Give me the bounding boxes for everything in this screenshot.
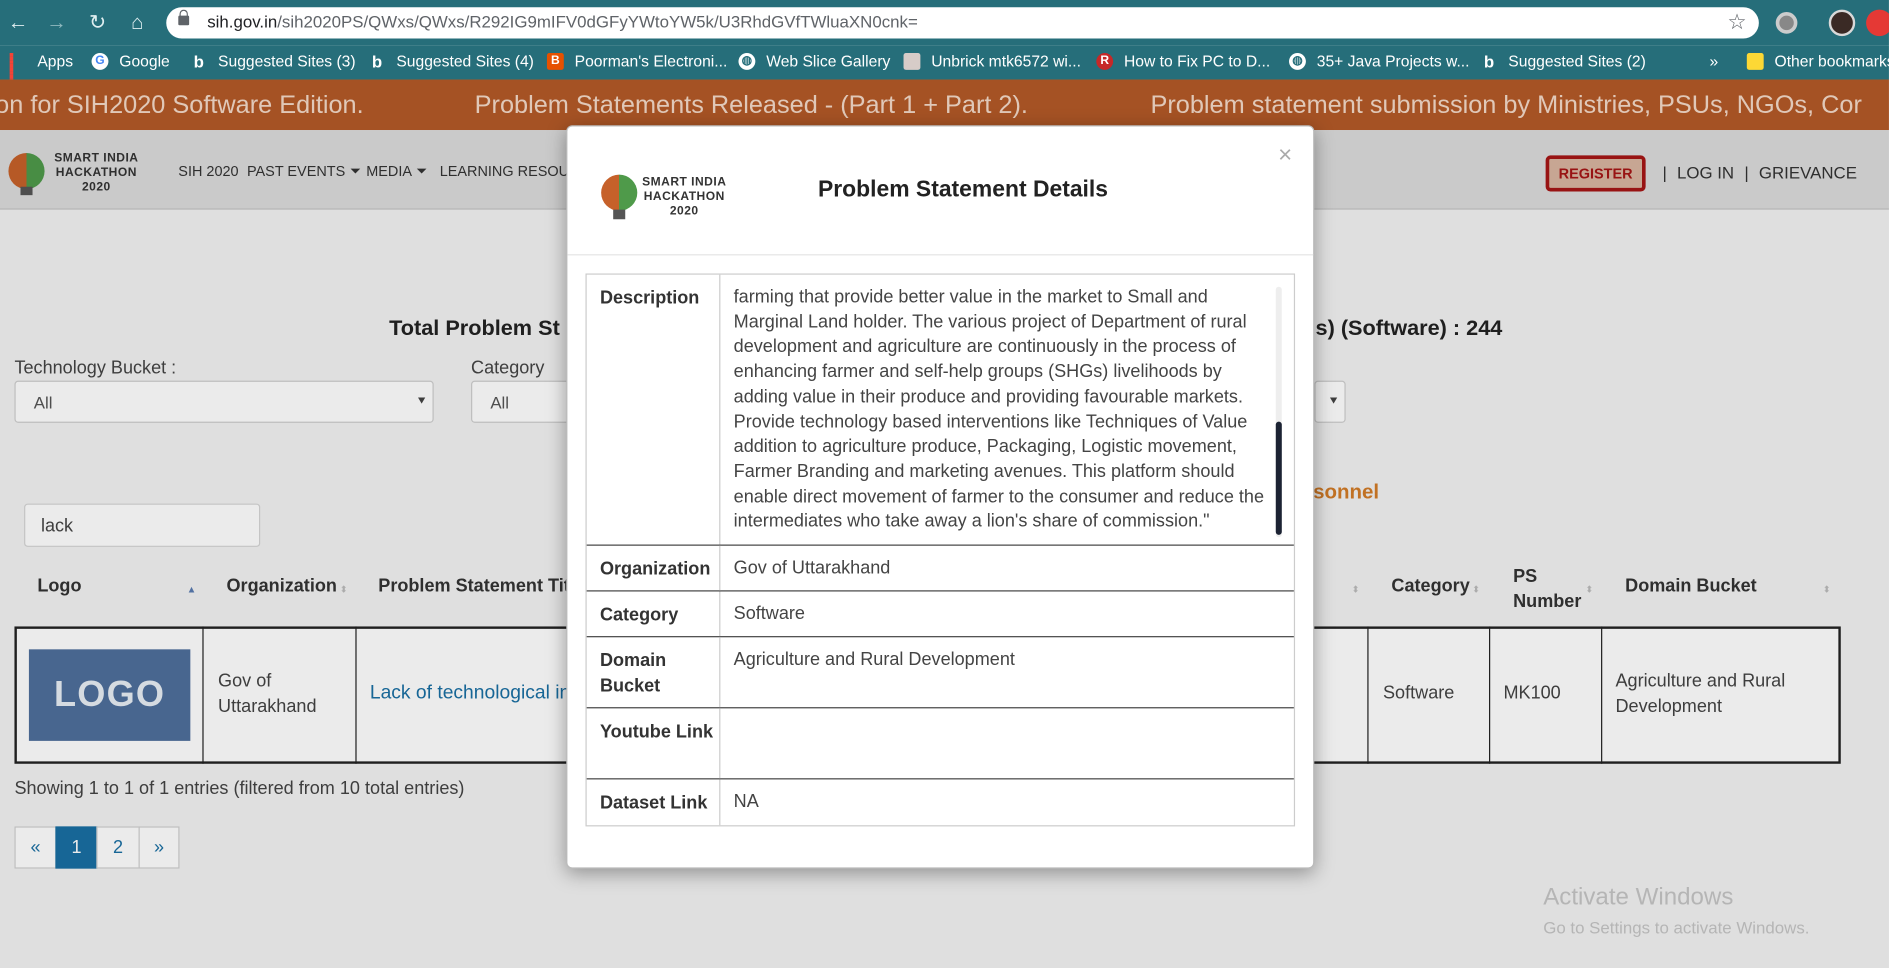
globe-icon: ◍ xyxy=(738,52,756,70)
home-icon[interactable]: ⌂ xyxy=(124,11,151,35)
detail-row-youtube-link: Youtube Link xyxy=(586,708,1294,780)
detail-row-domain-bucket: Domain Bucket Agriculture and Rural Deve… xyxy=(586,637,1294,709)
detail-key: Organization xyxy=(587,545,721,591)
address-bar[interactable]: sih.gov.in/sih2020PS/QWxs/QWxs/R292IG9mI… xyxy=(166,7,1759,39)
url-text: sih.gov.in/sih2020PS/QWxs/QWxs/R292IG9mI… xyxy=(207,12,918,32)
windows-watermark-subtitle: Go to Settings to activate Windows. xyxy=(1543,917,1810,938)
modal-title: Problem Statement Details xyxy=(817,177,1109,203)
detail-key: Youtube Link xyxy=(587,708,721,779)
detail-key: Domain Bucket xyxy=(587,637,721,708)
bookmark-java-projects[interactable]: ◍ 35+ Java Projects w... xyxy=(1289,52,1470,70)
detail-value: Gov of Uttarakhand xyxy=(733,557,891,579)
back-icon[interactable]: ← xyxy=(5,11,32,35)
sih-logo-icon xyxy=(599,172,647,225)
scrollbar-thumb[interactable] xyxy=(1275,421,1282,535)
close-icon[interactable]: × xyxy=(1278,143,1292,167)
detail-value: Software xyxy=(733,603,805,625)
reload-icon[interactable]: ↻ xyxy=(84,11,111,35)
bookmark-google[interactable]: G Google xyxy=(91,52,170,70)
bookmark-suggested-3[interactable]: b Suggested Sites (3) xyxy=(190,51,356,71)
detail-row-dataset-link: Dataset Link NA xyxy=(587,779,1294,826)
detail-value: farming that provide better value in the… xyxy=(733,286,1265,532)
fix-icon: R xyxy=(1096,52,1114,70)
divider xyxy=(567,254,1314,256)
bookmark-star-icon[interactable]: ☆ xyxy=(1727,10,1746,35)
bookmark-unbrick[interactable]: Unbrick mtk6572 wi... xyxy=(903,52,1081,70)
bookmark-poorman[interactable]: B Poorman's Electroni... xyxy=(546,52,727,70)
notification-icon[interactable] xyxy=(1866,9,1889,37)
detail-row-description: Description farming that provide better … xyxy=(586,274,1294,546)
profile-avatar[interactable] xyxy=(1828,9,1856,37)
detail-value: Agriculture and Rural Development xyxy=(733,649,1015,670)
bookmark-fix-pc[interactable]: R How to Fix PC to D... xyxy=(1096,52,1270,70)
problem-details-modal: SMART INDIA HACKATHON 2020 Problem Stateme… xyxy=(566,125,1315,869)
page-icon xyxy=(903,52,921,70)
bookmark-apps[interactable]: Apps xyxy=(9,52,73,85)
detail-value[interactable] xyxy=(720,708,1293,719)
blogger-icon: B xyxy=(546,52,564,70)
bookmark-suggested-4[interactable]: b Suggested Sites (4) xyxy=(369,52,534,70)
bing-icon: b xyxy=(371,51,383,71)
sih-logo-text: SMART INDIA HACKATHON 2020 xyxy=(642,175,727,219)
google-icon: G xyxy=(91,52,109,70)
detail-key: Dataset Link xyxy=(587,779,721,826)
details-table: Description farming that provide better … xyxy=(585,273,1296,827)
globe-icon: ◍ xyxy=(1289,52,1306,70)
detail-key: Category xyxy=(587,591,721,637)
bookmarks-bar: Apps G Google b Suggested Sites (3) b Sugge… xyxy=(0,45,1889,85)
bookmark-web-slice[interactable]: ◍ Web Slice Gallery xyxy=(738,52,890,70)
extension-icon[interactable] xyxy=(1775,12,1798,34)
browser-toolbar: ← → ↻ ⌂ sih.gov.in/sih2020PS/QWxs/QWxs/R… xyxy=(0,0,1889,46)
detail-row-organization: Organization Gov of Uttarakhand xyxy=(586,545,1294,592)
screen: ← → ↻ ⌂ sih.gov.in/sih2020PS/QWxs/QWxs/R… xyxy=(0,0,1889,968)
bookmarks-overflow[interactable]: » xyxy=(1709,52,1718,70)
detail-value: NA xyxy=(733,791,759,812)
folder-icon xyxy=(1746,52,1764,70)
bing-icon: b xyxy=(1483,51,1495,71)
apps-icon xyxy=(9,52,27,85)
description-scroll[interactable]: farming that provide better value in the… xyxy=(587,275,1294,545)
lock-icon xyxy=(178,9,190,26)
detail-row-category: Category Software xyxy=(586,591,1294,638)
bookmark-suggested-2[interactable]: b Suggested Sites (2) xyxy=(1481,52,1646,70)
forward-icon[interactable]: → xyxy=(43,11,70,35)
bing-icon: b xyxy=(193,51,204,71)
bookmark-other[interactable]: Other bookmarks xyxy=(1746,52,1889,70)
windows-watermark-title: Activate Windows xyxy=(1543,884,1734,911)
